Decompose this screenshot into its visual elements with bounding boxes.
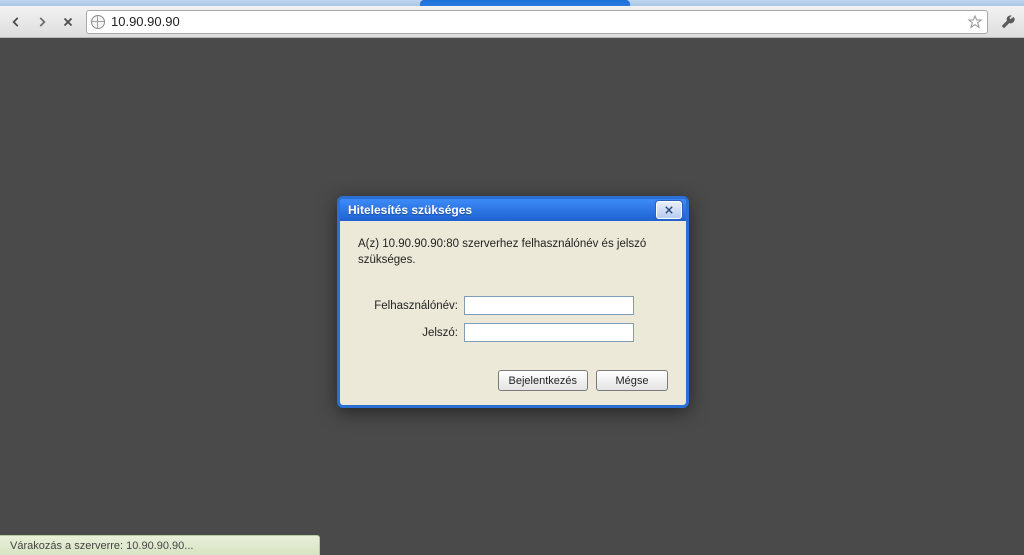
stop-button[interactable] (56, 10, 80, 34)
status-text: Várakozás a szerverre: 10.90.90.90... (10, 540, 193, 552)
password-input[interactable] (464, 323, 634, 342)
status-bar: Várakozás a szerverre: 10.90.90.90... (0, 535, 320, 555)
active-tab-hint (420, 0, 630, 6)
settings-wrench-icon[interactable] (996, 10, 1020, 34)
address-text: 10.90.90.90 (111, 14, 967, 29)
auth-dialog: Hitelesítés szükséges A(z) 10.90.90.90:8… (337, 196, 689, 408)
username-row: Felhasználónév: (358, 296, 668, 315)
bookmark-star-icon[interactable] (967, 14, 983, 30)
username-input[interactable] (464, 296, 634, 315)
cancel-button[interactable]: Mégse (596, 370, 668, 391)
browser-toolbar: 10.90.90.90 (0, 6, 1024, 38)
password-row: Jelszó: (358, 323, 668, 342)
close-icon (61, 15, 75, 29)
dialog-titlebar[interactable]: Hitelesítés szükséges (340, 199, 686, 221)
forward-button[interactable] (30, 10, 54, 34)
login-button[interactable]: Bejelentkezés (498, 370, 589, 391)
dialog-close-button[interactable] (656, 201, 682, 219)
tab-strip (0, 0, 1024, 6)
dialog-button-row: Bejelentkezés Mégse (358, 370, 668, 391)
page-content: Hitelesítés szükséges A(z) 10.90.90.90:8… (0, 38, 1024, 555)
dialog-title: Hitelesítés szükséges (348, 203, 472, 217)
username-label: Felhasználónév: (358, 300, 464, 312)
arrow-right-icon (35, 15, 49, 29)
address-bar[interactable]: 10.90.90.90 (86, 10, 988, 34)
password-label: Jelszó: (358, 327, 464, 339)
dialog-message: A(z) 10.90.90.90:80 szerverhez felhaszná… (358, 237, 668, 268)
globe-icon (91, 15, 105, 29)
close-icon (665, 206, 673, 214)
dialog-body: A(z) 10.90.90.90:80 szerverhez felhaszná… (340, 221, 686, 405)
arrow-left-icon (9, 15, 23, 29)
back-button[interactable] (4, 10, 28, 34)
